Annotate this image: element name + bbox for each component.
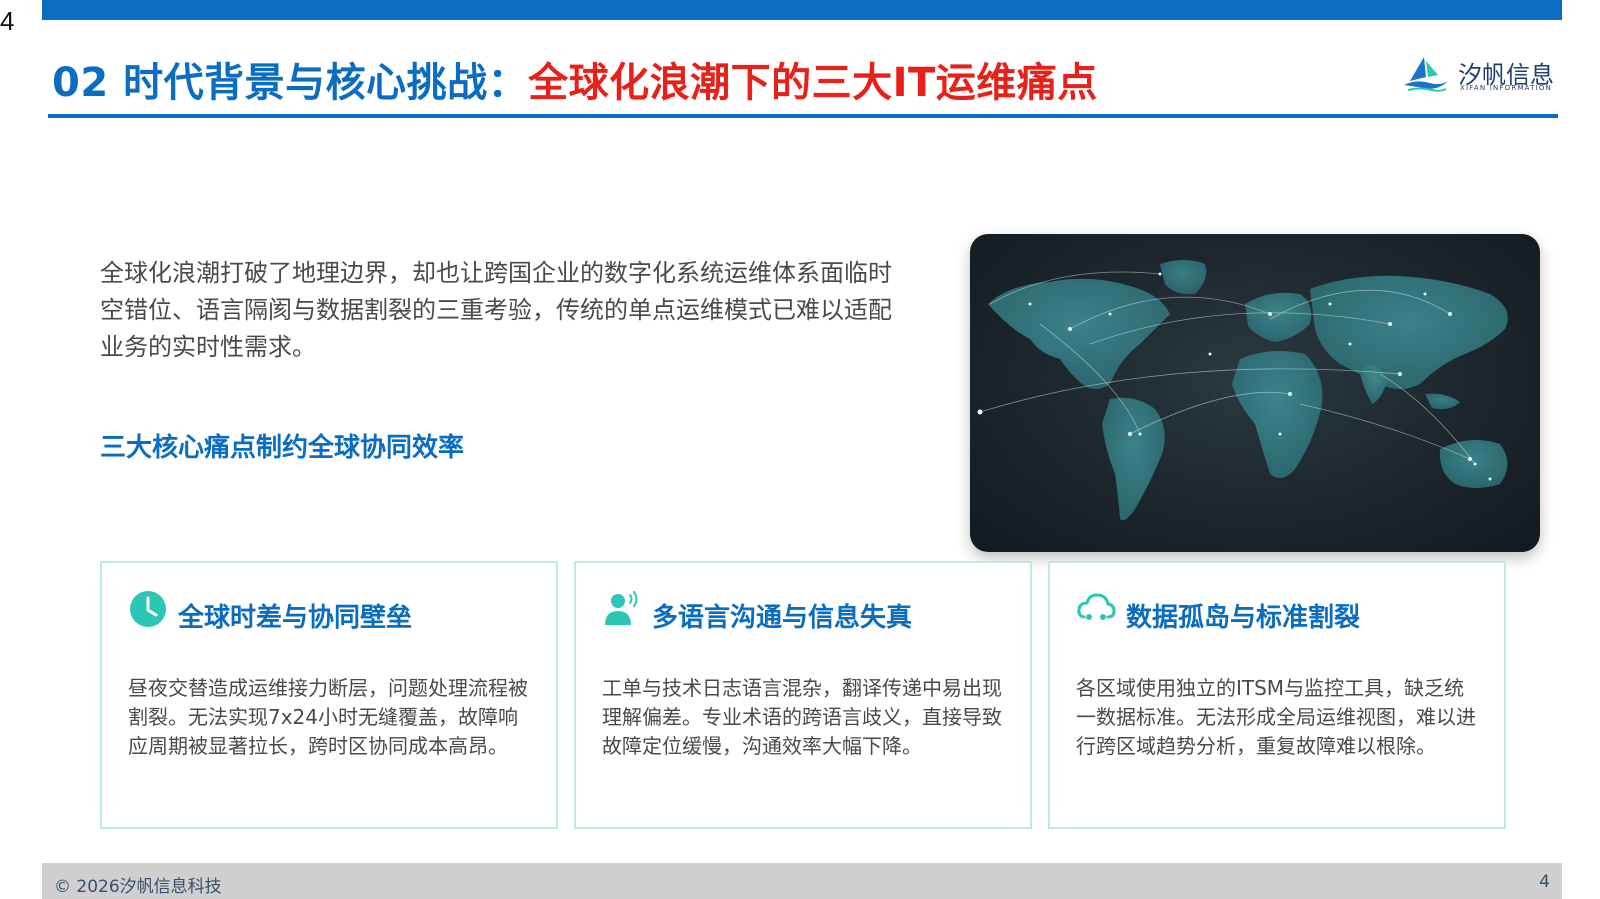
card-description: 工单与技术日志语言混杂，翻译传递中易出现理解偏差。专业术语的跨语言歧义，直接导致… <box>602 676 1002 758</box>
pain-point-card-data-silo: 数据孤岛与标准割裂 各区域使用独立的ITSM与监控工具，缺乏统一数据标准。无法形… <box>1048 561 1506 829</box>
footer-bar: © 2026汐帆信息科技 4 <box>42 863 1562 899</box>
card-title: 全球时差与协同壁垒 <box>178 603 413 633</box>
pain-point-card-language: 多语言沟通与信息失真 工单与技术日志语言混杂，翻译传递中易出现理解偏差。专业术语… <box>574 561 1032 829</box>
page-title: 02 时代背景与核心挑战：全球化浪潮下的三大IT运维痛点 <box>52 50 1098 108</box>
corner-page-number: 4 <box>0 6 15 36</box>
title-divider <box>48 114 1558 118</box>
footer-page-number: 4 <box>1539 872 1550 892</box>
logo-subtitle: XIFAN INFORMATION <box>1460 84 1552 92</box>
card-description: 昼夜交替造成运维接力断层，问题处理流程被割裂。无法实现7x24小时无缝覆盖，故障… <box>128 676 528 758</box>
section-heading: 三大核心痛点制约全球协同效率 <box>100 433 465 463</box>
sailboat-logo-icon <box>1404 57 1448 92</box>
pain-point-card-timezone: 全球时差与协同壁垒 昼夜交替造成运维接力断层，问题处理流程被割裂。无法实现7x2… <box>100 561 558 829</box>
footer-copyright: © 2026汐帆信息科技 <box>54 877 222 897</box>
title-highlight: 全球化浪潮下的三大IT运维痛点 <box>528 60 1098 106</box>
top-accent-bar <box>42 0 1562 20</box>
card-title: 数据孤岛与标准割裂 <box>1126 603 1361 633</box>
card-description: 各区域使用独立的ITSM与监控工具，缺乏统一数据标准。无法形成全局运维视图，难以… <box>1076 676 1476 758</box>
card-title: 多语言沟通与信息失真 <box>652 603 913 633</box>
intro-paragraph: 全球化浪潮打破了地理边界，却也让跨国企业的数字化系统运维体系面临时空错位、语言隔… <box>100 259 892 361</box>
speaking-person-icon <box>605 591 638 625</box>
company-logo: 汐帆信息 XIFAN INFORMATION <box>1402 55 1562 95</box>
title-section: 02 时代背景与核心挑战： <box>52 60 529 106</box>
world-map-network-image <box>970 234 1540 552</box>
disconnected-cloud-icon <box>1077 593 1116 620</box>
clock-icon <box>130 591 166 627</box>
